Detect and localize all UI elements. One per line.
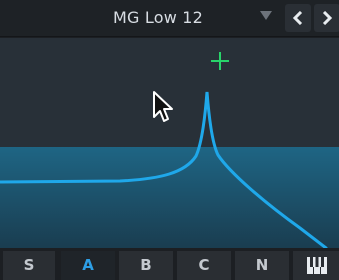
piano-keys-icon: [307, 257, 327, 274]
filter-response-display[interactable]: [0, 38, 339, 248]
tab-label: A: [82, 256, 94, 274]
tab-c[interactable]: C: [177, 251, 231, 280]
chevron-right-icon: [322, 11, 333, 25]
tab-bar: S A B C N: [0, 248, 339, 280]
tab-label: C: [198, 256, 210, 274]
chevron-left-icon: [292, 11, 303, 25]
preset-name[interactable]: MG Low 12: [113, 8, 203, 27]
tab-keyboard[interactable]: [293, 251, 339, 280]
tab-label: N: [255, 256, 269, 274]
triangle-down-icon[interactable]: [260, 11, 272, 20]
previous-preset-button[interactable]: [285, 4, 311, 32]
cutoff-crosshair-plus-icon[interactable]: [211, 52, 229, 70]
tab-n[interactable]: N: [235, 251, 289, 280]
next-preset-button[interactable]: [314, 4, 339, 32]
tab-s[interactable]: S: [3, 251, 55, 280]
tab-b[interactable]: B: [119, 251, 173, 280]
preset-header: MG Low 12: [0, 0, 339, 37]
tab-label: B: [140, 256, 152, 274]
tab-a[interactable]: A: [61, 251, 115, 280]
filter-curve-graph[interactable]: [0, 38, 339, 248]
mouse-pointer-icon: [153, 91, 173, 122]
synth-filter-panel: MG Low 12 S A B C N: [0, 0, 339, 280]
tab-label: S: [23, 256, 35, 274]
